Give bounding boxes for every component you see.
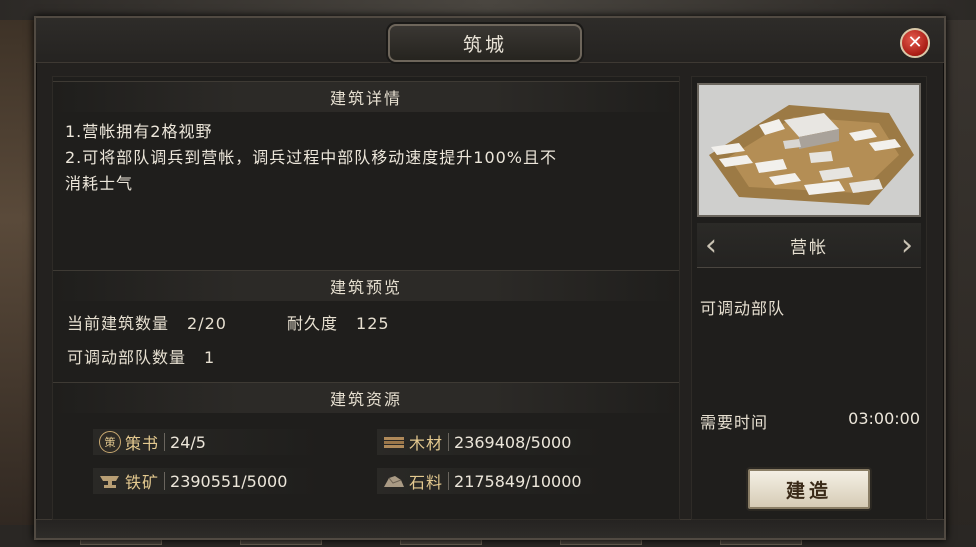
building-preview-image — [697, 83, 921, 217]
build-button[interactable]: 建造 — [748, 469, 870, 509]
resource-value: 24/5 — [170, 432, 206, 452]
building-count-stat: 当前建筑数量 2/20 — [67, 310, 227, 334]
build-time-value: 03:00:00 — [848, 409, 920, 428]
resource-item: 铁矿 2390551/5000 — [93, 468, 321, 494]
preview-heading: 建筑预览 — [329, 278, 402, 297]
chevron-right-icon[interactable]: › — [893, 223, 921, 267]
resource-item: 策 策书 24/5 — [93, 429, 321, 455]
durability-label: 耐久度 — [287, 314, 339, 333]
description-line: 消耗士气 — [65, 174, 134, 193]
building-type-selector: ‹ 营帐 › — [697, 223, 921, 268]
troop-capacity-stat: 可调动部队数量 1 — [67, 344, 215, 368]
building-count-label: 当前建筑数量 — [67, 314, 170, 333]
durability-value: 125 — [356, 314, 390, 333]
building-feature: 可调动部队 — [700, 299, 786, 318]
troop-capacity-label: 可调动部队数量 — [67, 348, 187, 367]
build-city-dialog: 筑城 ✕ 建筑详情 1.营帐拥有2格视野 2.可将部队调兵到营帐，调兵过程中部队… — [34, 16, 946, 540]
building-description: 1.营帐拥有2格视野 2.可将部队调兵到营帐，调兵过程中部队移动速度提升100%… — [65, 119, 675, 197]
building-count-value: 2/20 — [187, 314, 227, 333]
resource-name: 铁矿 — [125, 473, 160, 492]
dialog-frame-bottom — [36, 519, 944, 538]
details-heading: 建筑详情 — [329, 89, 402, 108]
resource-item: 木材 2369408/5000 — [377, 429, 605, 455]
resources-section-header: 建筑资源 — [53, 382, 679, 413]
build-button-label: 建造 — [785, 479, 832, 502]
resource-name: 木材 — [409, 434, 444, 453]
description-line: 2.可将部队调兵到营帐，调兵过程中部队移动速度提升100%且不 — [65, 148, 558, 167]
building-name: 营帐 — [790, 237, 828, 258]
anvil-icon — [99, 470, 121, 492]
chevron-left-icon[interactable]: ‹ — [697, 223, 725, 267]
dialog-title-plate: 筑城 — [388, 24, 582, 62]
dialog-title: 筑城 — [462, 33, 507, 56]
description-line: 1.营帐拥有2格视野 — [65, 122, 213, 141]
troop-capacity-value: 1 — [204, 348, 216, 367]
wood-icon — [383, 431, 405, 453]
resource-value: 2175849/10000 — [454, 471, 582, 491]
close-icon: ✕ — [907, 32, 923, 53]
details-section-header: 建筑详情 — [53, 81, 679, 112]
resource-name: 策书 — [125, 434, 160, 453]
resource-value: 2369408/5000 — [454, 432, 572, 452]
resources-heading: 建筑资源 — [329, 390, 402, 409]
preview-section-header: 建筑预览 — [53, 270, 679, 301]
build-time-label: 需要时间 — [700, 413, 769, 432]
building-selector-panel: ‹ 营帐 › 可调动部队 需要时间 03:00:00 建造 — [691, 76, 927, 520]
resource-name: 石料 — [409, 473, 444, 492]
close-button[interactable]: ✕ — [900, 28, 930, 58]
stone-icon — [383, 470, 405, 492]
building-info-panel: 建筑详情 1.营帐拥有2格视野 2.可将部队调兵到营帐，调兵过程中部队移动速度提… — [52, 76, 680, 520]
durability-stat: 耐久度 125 — [287, 310, 390, 334]
book-icon: 策 — [99, 431, 121, 453]
resource-value: 2390551/5000 — [170, 471, 288, 491]
resource-item: 石料 2175849/10000 — [377, 468, 605, 494]
